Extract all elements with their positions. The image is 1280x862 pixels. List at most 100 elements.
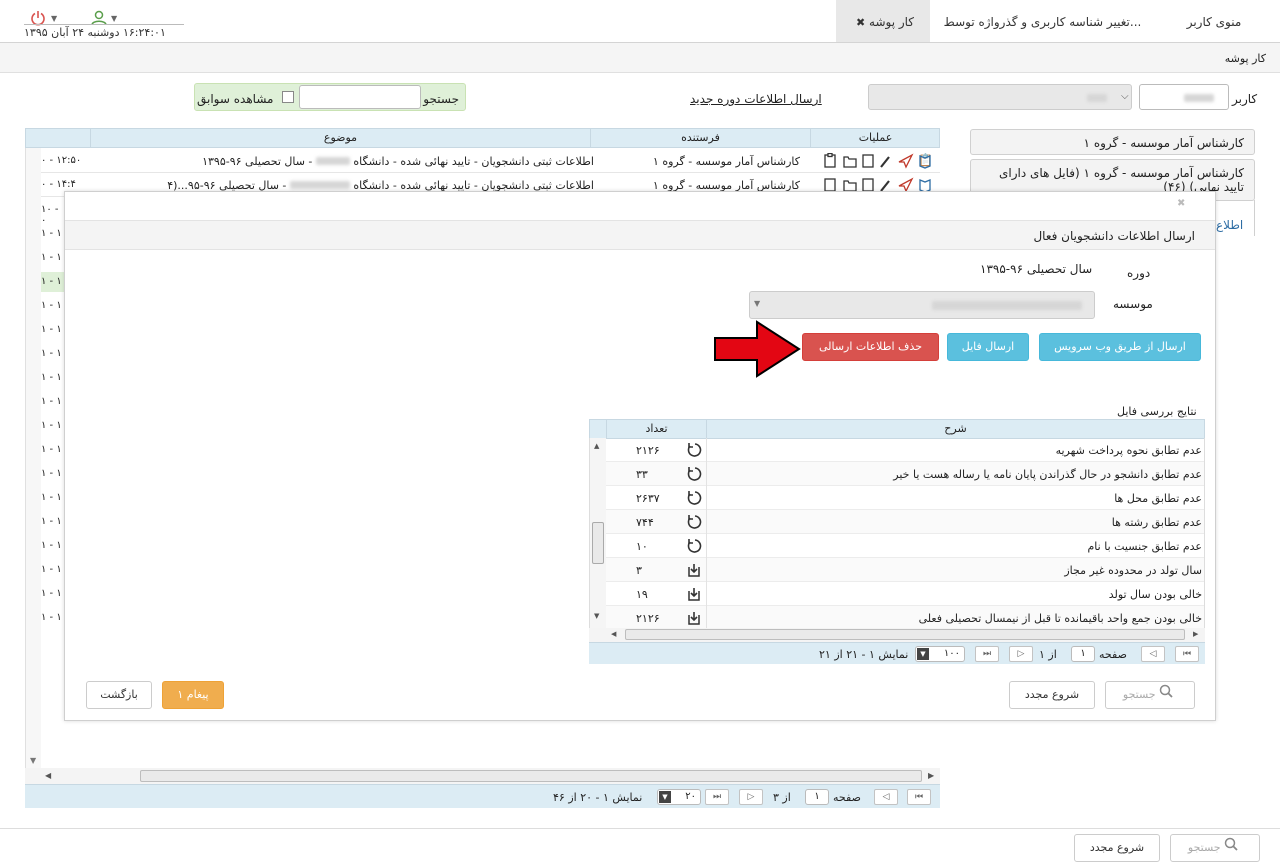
result-row[interactable]: عدم تطابق نحوه پرداخت شهریه ۲۱۲۶ bbox=[606, 438, 1204, 462]
undo-icon[interactable] bbox=[686, 538, 702, 557]
undo-icon[interactable] bbox=[686, 514, 702, 533]
column-description[interactable]: شرح bbox=[706, 420, 1204, 438]
delete-sent-data-button[interactable]: حذف اطلاعات ارسالی bbox=[802, 333, 939, 361]
scroll-thumb[interactable] bbox=[140, 770, 922, 782]
row-time: ۱۰ - ۰ bbox=[41, 204, 59, 226]
divider bbox=[706, 510, 707, 534]
chevron-down-icon[interactable]: ▼ bbox=[659, 791, 671, 803]
next-page-button[interactable]: ▷ bbox=[1009, 646, 1033, 662]
history-checkbox[interactable] bbox=[282, 91, 294, 103]
send-file-button[interactable]: ارسال فایل bbox=[947, 333, 1029, 361]
prev-page-button[interactable]: ◁ bbox=[1141, 646, 1165, 662]
tab-user-menu[interactable]: منوی کاربر bbox=[1155, 0, 1273, 42]
result-row[interactable]: خالی بودن جمع واحد باقیمانده تا قبل از ن… bbox=[606, 606, 1204, 628]
row-time: ۱ - ۱ bbox=[41, 612, 62, 623]
chevron-down-icon[interactable]: ▼ bbox=[754, 299, 760, 308]
prev-page-button[interactable]: ◁ bbox=[874, 789, 898, 805]
chevron-down-icon[interactable]: ▼ bbox=[111, 14, 117, 23]
results-horizontal-scrollbar[interactable]: ◀ ▶ bbox=[589, 628, 1205, 642]
grid-vertical-scrollbar[interactable]: ▼ bbox=[25, 148, 41, 768]
per-page-select[interactable]: ۲۰ ▼ bbox=[657, 789, 701, 805]
scroll-left-icon[interactable]: ◀ bbox=[611, 630, 616, 638]
close-icon[interactable]: ✖ bbox=[856, 16, 865, 29]
scroll-right-icon[interactable]: ▶ bbox=[928, 771, 934, 780]
download-icon[interactable] bbox=[686, 610, 702, 628]
column-sender[interactable]: فرستنده bbox=[590, 129, 810, 147]
undo-icon[interactable] bbox=[686, 442, 702, 461]
column-operations[interactable]: عملیات bbox=[810, 129, 940, 147]
row-time: ۱ - ۱ bbox=[41, 492, 62, 503]
column-subject[interactable]: موضوع bbox=[90, 129, 590, 147]
download-icon[interactable] bbox=[686, 586, 702, 605]
red-arrow-icon bbox=[713, 320, 803, 381]
chevron-down-icon[interactable]: ▼ bbox=[917, 648, 929, 660]
undo-icon[interactable] bbox=[686, 466, 702, 485]
results-title: نتایج بررسی فایل bbox=[1117, 405, 1197, 418]
result-row[interactable]: عدم تطابق جنسیت با نام ۱۰ bbox=[606, 534, 1204, 558]
result-row[interactable]: عدم تطابق دانشجو در حال گذراندن پایان نا… bbox=[606, 462, 1204, 486]
page-input[interactable]: ۱ bbox=[805, 789, 829, 805]
sidebar-item[interactable]: کارشناس آمار موسسه - گروه ۱ bbox=[970, 129, 1255, 155]
scroll-down-icon[interactable]: ▼ bbox=[30, 756, 36, 765]
user-select[interactable] bbox=[868, 84, 1132, 110]
scroll-up-icon[interactable]: ▲ bbox=[594, 442, 599, 450]
grid-horizontal-scrollbar[interactable]: ◀ ▶ bbox=[25, 768, 940, 784]
result-description: سال تولد در محدوده غیر مجاز bbox=[1064, 564, 1202, 577]
row-time: ۱ - ۱ bbox=[41, 420, 62, 431]
user-code-input[interactable] bbox=[1139, 84, 1229, 110]
sidebar-item[interactable]: اطلاع bbox=[1216, 218, 1243, 232]
reset-button[interactable]: شروع مجدد bbox=[1074, 834, 1160, 862]
search-button[interactable]: جستجو bbox=[1170, 834, 1260, 862]
last-page-button[interactable]: ⏭ bbox=[705, 789, 729, 805]
chevron-down-icon[interactable]: ⌵ bbox=[1121, 91, 1129, 102]
search-input[interactable] bbox=[299, 85, 421, 109]
undo-icon[interactable] bbox=[686, 490, 702, 509]
page-input[interactable]: ۱ bbox=[1071, 646, 1095, 662]
row-time: ۱ - ۱ bbox=[41, 516, 62, 527]
chevron-down-icon[interactable]: ▼ bbox=[51, 14, 57, 23]
reset-button[interactable]: شروع مجدد bbox=[1009, 681, 1095, 709]
first-page-button[interactable]: ⏮ bbox=[907, 789, 931, 805]
search-button[interactable]: جستجو bbox=[1105, 681, 1195, 709]
user-label: کاربر bbox=[1232, 92, 1258, 106]
back-button[interactable]: بازگشت bbox=[86, 681, 152, 709]
next-page-button[interactable]: ▷ bbox=[739, 789, 763, 805]
result-row[interactable]: سال تولد در محدوده غیر مجاز ۳ bbox=[606, 558, 1204, 582]
result-row[interactable]: عدم تطابق محل ها ۲۶۳۷ bbox=[606, 486, 1204, 510]
scroll-thumb[interactable] bbox=[592, 522, 604, 564]
column-count[interactable]: تعداد bbox=[606, 420, 706, 438]
last-page-button[interactable]: ⏭ bbox=[975, 646, 999, 662]
table-row[interactable]: کارشناس آمار موسسه - گروه ۱ اطلاعات ثبتی… bbox=[41, 149, 940, 173]
send-new-course-link[interactable]: ارسال اطلاعات دوره جدید bbox=[690, 92, 822, 106]
per-page-select[interactable]: ۱۰۰ ▼ bbox=[915, 646, 965, 662]
send-webservice-button[interactable]: ارسال از طریق وب سرویس bbox=[1039, 333, 1201, 361]
breadcrumb-label: کار پوشه bbox=[1224, 52, 1266, 65]
pager-summary: نمایش ۱ - ۲۱ از ۲۱ bbox=[819, 648, 909, 661]
send-student-data-dialog: ✖ ارسال اطلاعات دانشجویان فعال دوره سال … bbox=[64, 191, 1216, 721]
scroll-right-icon[interactable]: ▶ bbox=[1193, 630, 1198, 638]
tab-work-folder[interactable]: ✖ کار پوشه bbox=[836, 0, 930, 42]
row-time: ۱ - ۱ bbox=[41, 588, 62, 599]
result-row[interactable]: عدم تطابق رشته ها ۷۴۴ bbox=[606, 510, 1204, 534]
breadcrumb: کار پوشه bbox=[0, 43, 1280, 73]
tab-change-credentials[interactable]: تغییر شناسه کاربری و گذرواژه توسط... bbox=[930, 0, 1155, 42]
dialog-title: ارسال اطلاعات دانشجویان فعال bbox=[1033, 229, 1195, 243]
scroll-left-icon[interactable]: ◀ bbox=[45, 771, 51, 780]
divider bbox=[0, 828, 1280, 829]
row-time: ۱ - ۱ bbox=[41, 564, 62, 575]
page-label: صفحه bbox=[1099, 648, 1127, 661]
dialog-title-bar: ارسال اطلاعات دانشجویان فعال bbox=[65, 220, 1215, 250]
history-label: مشاهده سوابق bbox=[197, 92, 274, 106]
close-icon[interactable]: ✖ bbox=[1177, 198, 1185, 209]
institute-select[interactable]: ▼ bbox=[749, 291, 1095, 319]
scroll-down-icon[interactable]: ▼ bbox=[594, 612, 599, 620]
download-icon[interactable] bbox=[686, 562, 702, 581]
messages-button[interactable]: ۱ پیغام bbox=[162, 681, 224, 709]
search-label: جستجو bbox=[423, 92, 459, 106]
first-page-button[interactable]: ⏮ bbox=[1175, 646, 1199, 662]
result-description: عدم تطابق رشته ها bbox=[1111, 516, 1202, 529]
result-row[interactable]: خالی بودن سال تولد ۱۹ bbox=[606, 582, 1204, 606]
scroll-thumb[interactable] bbox=[625, 629, 1185, 640]
results-vertical-scrollbar[interactable]: ▲ ▼ bbox=[590, 438, 606, 628]
result-description: خالی بودن سال تولد bbox=[1108, 588, 1202, 601]
